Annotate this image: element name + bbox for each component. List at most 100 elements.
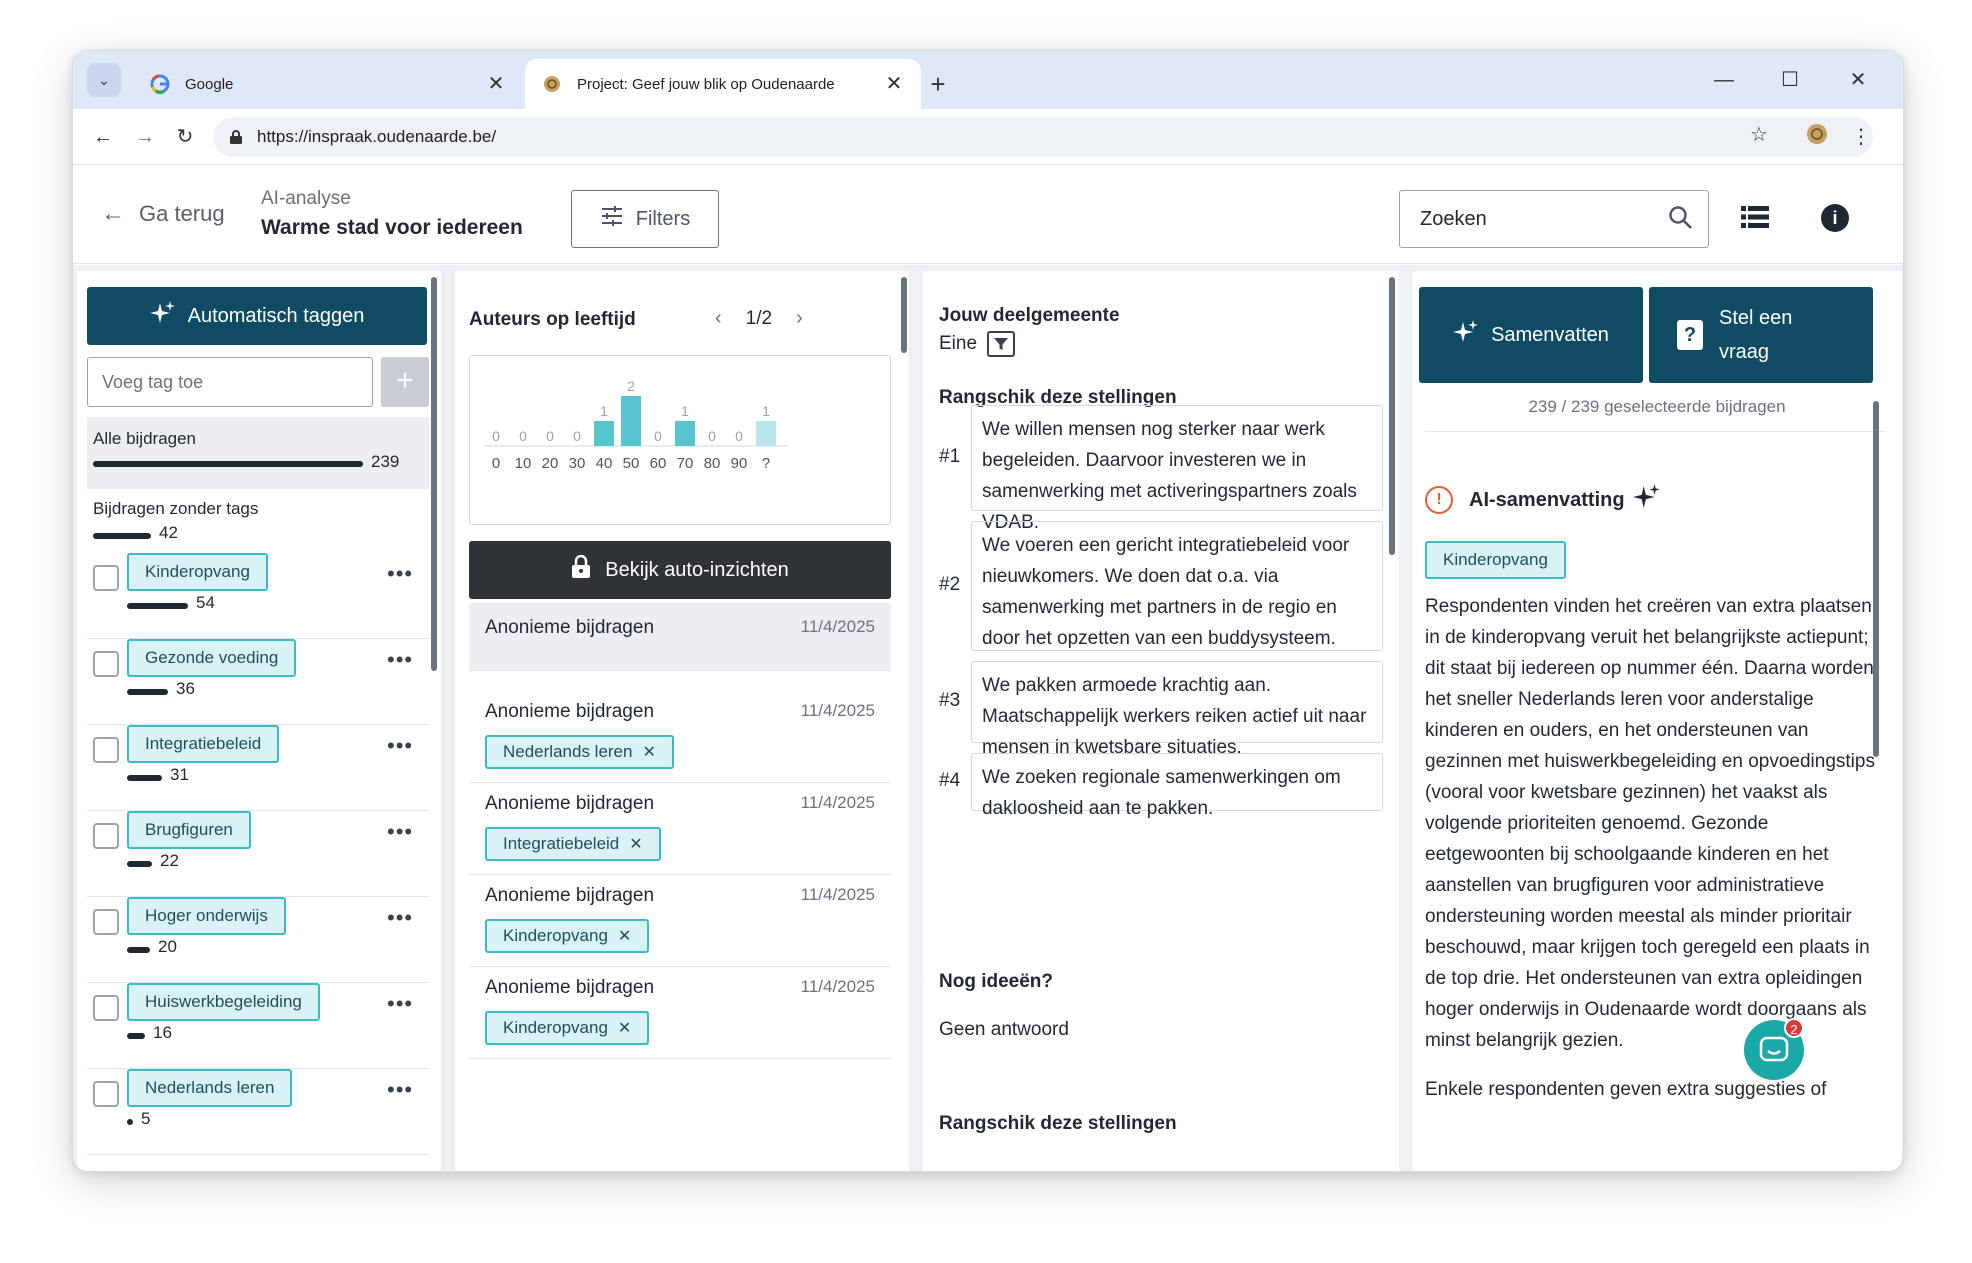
menu-dots-icon[interactable]: ⋮ <box>1847 123 1875 151</box>
bar-value-label: 0 <box>654 428 662 444</box>
remove-tag-icon[interactable]: ✕ <box>618 1018 631 1038</box>
tag-row[interactable]: Gezonde voeding ••• 36 <box>87 639 429 725</box>
tag-chip[interactable]: Kinderopvang <box>127 553 268 591</box>
filter-icon[interactable] <box>987 331 1016 357</box>
more-options-icon[interactable]: ••• <box>387 1077 413 1103</box>
contribution-item[interactable]: Anonieme bijdragen 11/4/2025 Kinderopvang ✕ <box>469 967 891 1059</box>
untagged-row[interactable]: Bijdragen zonder tags 42 <box>93 499 258 542</box>
more-options-icon[interactable]: ••• <box>387 905 413 931</box>
search-placeholder: Zoeken <box>1420 207 1487 230</box>
tag-chip[interactable]: Nederlands leren <box>127 1069 293 1107</box>
tab-project[interactable]: Project: Geef jouw blik op Oudenaarde ✕ <box>525 59 921 109</box>
back-button[interactable]: ← Ga terug <box>101 200 225 228</box>
remove-tag-icon[interactable]: ✕ <box>642 742 655 762</box>
close-window-icon[interactable]: ✕ <box>1843 65 1873 95</box>
bookmark-star-icon[interactable]: ☆ <box>1745 121 1773 149</box>
ask-question-button[interactable]: ? Stel een vraag <box>1649 287 1873 383</box>
search-icon[interactable] <box>1668 205 1694 237</box>
sparkle-icon <box>1632 483 1661 517</box>
tag-chip[interactable]: Huiswerkbegeleiding <box>127 983 320 1021</box>
more-options-icon[interactable]: ••• <box>387 561 413 587</box>
contribution-item[interactable]: Anonieme bijdragen 11/4/2025 Kinderopvang ✕ <box>469 875 891 967</box>
tag-checkbox[interactable] <box>93 995 119 1021</box>
contribution-date: 11/4/2025 <box>800 977 875 996</box>
close-tab-icon[interactable]: ✕ <box>483 71 509 97</box>
close-tab-icon[interactable]: ✕ <box>881 71 907 97</box>
tag-chip[interactable]: Hoger onderwijs <box>127 897 286 935</box>
chart-bar[interactable] <box>756 421 776 446</box>
tag-checkbox[interactable] <box>93 1081 119 1107</box>
remove-tag-icon[interactable]: ✕ <box>629 834 642 854</box>
chevron-right-icon[interactable]: › <box>796 307 803 330</box>
filters-button[interactable]: Filters <box>571 190 719 248</box>
more-options-icon[interactable]: ••• <box>387 733 413 759</box>
tag-chip[interactable]: Integratiebeleid <box>127 725 280 763</box>
add-tag-button[interactable]: + <box>381 357 429 407</box>
info-icon[interactable]: i <box>1821 204 1849 232</box>
tag-chip[interactable]: Gezonde voeding <box>127 639 297 677</box>
warning-icon[interactable]: ! <box>1425 486 1453 514</box>
more-options-icon[interactable]: ••• <box>387 647 413 673</box>
google-icon <box>149 73 171 95</box>
summarize-button[interactable]: Samenvatten <box>1419 287 1643 383</box>
scrollbar[interactable] <box>431 277 437 671</box>
contribution-item[interactable]: Anonieme bijdragen 11/4/2025 <box>469 603 891 671</box>
chart-bar[interactable] <box>594 421 614 446</box>
search-input[interactable]: Zoeken <box>1399 190 1709 248</box>
tab-search-button[interactable]: ⌄ <box>87 63 121 97</box>
more-options-icon[interactable]: ••• <box>387 819 413 845</box>
tag-checkbox[interactable] <box>93 909 119 935</box>
tag-row[interactable]: Brugfiguren ••• 22 <box>87 811 429 897</box>
chart-bar[interactable] <box>675 421 695 446</box>
question-icon: ? <box>1677 320 1703 350</box>
tab-google[interactable]: Google ✕ <box>133 59 523 109</box>
add-tag-input[interactable]: Voeg tag toe <box>87 357 373 407</box>
all-contributions-row[interactable]: Alle bijdragen 239 <box>87 417 429 489</box>
chart-bar[interactable] <box>621 396 641 446</box>
tag-checkbox[interactable] <box>93 737 119 763</box>
tag-chip[interactable]: Brugfiguren <box>127 811 251 849</box>
tag-row[interactable]: Huiswerkbegeleiding ••• 16 <box>87 983 429 1069</box>
contribution-date: 11/4/2025 <box>800 617 875 636</box>
tag-row[interactable]: Kinderopvang ••• 54 <box>87 553 429 639</box>
reload-icon[interactable]: ↻ <box>169 121 201 153</box>
contribution-item[interactable]: Anonieme bijdragen 11/4/2025 Nederlands le… <box>469 691 891 783</box>
all-contributions-count: 239 <box>371 452 400 471</box>
contribution-tag[interactable]: Integratiebeleid ✕ <box>485 827 661 861</box>
url-field[interactable]: https://inspraak.oudenaarde.be/ <box>213 117 1873 157</box>
remove-tag-icon[interactable]: ✕ <box>618 926 631 946</box>
chevron-left-icon[interactable]: ‹ <box>715 307 722 330</box>
x-tick-label: 30 <box>569 455 586 472</box>
scrollbar[interactable] <box>1389 277 1395 555</box>
scrollbar[interactable] <box>1873 401 1879 757</box>
contribution-title: Anonieme bijdragen <box>485 701 655 722</box>
scrollbar[interactable] <box>901 277 907 353</box>
age-chart: 0 0 0 10 0 20 0 30 1 40 2 50 0 60 1 70 0 80 0 90 1? <box>469 355 891 525</box>
chat-icon <box>1759 1036 1789 1062</box>
new-tab-icon[interactable]: + <box>923 69 953 99</box>
contribution-tag[interactable]: Kinderopvang ✕ <box>485 919 650 953</box>
tag-checkbox[interactable] <box>93 823 119 849</box>
count-bar <box>127 775 162 781</box>
summary-tag[interactable]: Kinderopvang <box>1425 541 1566 579</box>
tag-count: 16 <box>153 1023 172 1042</box>
auto-tag-button[interactable]: Automatisch taggen <box>87 287 427 345</box>
profile-icon[interactable] <box>1803 123 1831 151</box>
minimize-icon[interactable]: — <box>1709 65 1739 95</box>
back-arrow-icon[interactable]: ← <box>87 121 119 153</box>
contribution-item[interactable]: Anonieme bijdragen 11/4/2025 Integratiebel… <box>469 783 891 875</box>
forward-arrow-icon[interactable]: → <box>129 121 161 153</box>
tag-checkbox[interactable] <box>93 565 119 591</box>
auto-insights-button[interactable]: Bekijk auto-inzichten <box>469 541 891 599</box>
list-view-icon[interactable] <box>1741 206 1769 233</box>
contribution-tag[interactable]: Nederlands leren ✕ <box>485 735 674 769</box>
contribution-tag[interactable]: Kinderopvang ✕ <box>485 1011 650 1045</box>
tag-row[interactable]: Integratiebeleid ••• 31 <box>87 725 429 811</box>
tag-checkbox[interactable] <box>93 651 119 677</box>
more-options-icon[interactable]: ••• <box>387 991 413 1017</box>
count-bar <box>93 533 151 539</box>
tag-row[interactable]: Hoger onderwijs ••• 20 <box>87 897 429 983</box>
ai-summary-header: ! AI-samenvatting <box>1425 483 1661 517</box>
tag-row[interactable]: Nederlands leren ••• 5 <box>87 1069 429 1155</box>
maximize-icon[interactable]: ☐ <box>1775 65 1805 95</box>
